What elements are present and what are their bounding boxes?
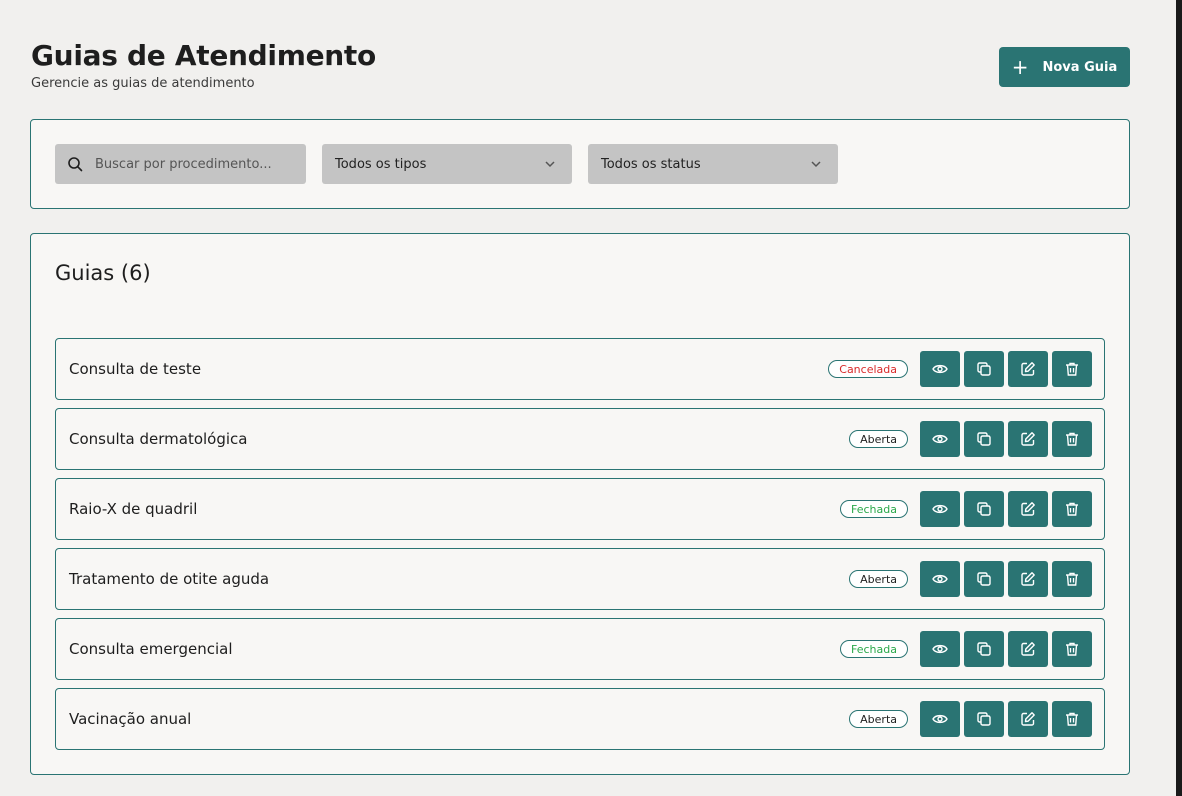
status-badge: Aberta xyxy=(849,430,908,448)
view-icon xyxy=(932,571,948,587)
duplicate-icon xyxy=(976,361,992,377)
filter-panel: Todos os tipos Todos os status xyxy=(30,119,1130,209)
table-row[interactable]: Consulta emergencial Fechada xyxy=(55,618,1105,680)
guide-name: Tratamento de otite aguda xyxy=(69,570,270,588)
edit-icon xyxy=(1020,361,1036,377)
duplicate-icon xyxy=(976,641,992,657)
delete-icon xyxy=(1064,501,1080,517)
row-actions: Aberta xyxy=(849,421,1092,457)
view-button[interactable] xyxy=(920,491,960,527)
guide-name: Consulta emergencial xyxy=(69,640,233,658)
delete-icon xyxy=(1064,361,1080,377)
list-title: Guias (6) xyxy=(55,261,151,285)
view-button[interactable] xyxy=(920,351,960,387)
row-actions: Aberta xyxy=(849,561,1092,597)
view-button[interactable] xyxy=(920,631,960,667)
row-actions: Aberta xyxy=(849,701,1092,737)
delete-icon xyxy=(1064,571,1080,587)
status-select[interactable]: Todos os status xyxy=(588,144,838,184)
delete-button[interactable] xyxy=(1052,561,1092,597)
duplicate-button[interactable] xyxy=(964,421,1004,457)
table-row[interactable]: Vacinação anual Aberta xyxy=(55,688,1105,750)
row-actions: Fechada xyxy=(840,491,1092,527)
plus-icon: + xyxy=(1011,55,1029,79)
edit-button[interactable] xyxy=(1008,561,1048,597)
edit-icon xyxy=(1020,501,1036,517)
status-badge: Cancelada xyxy=(828,360,908,378)
view-button[interactable] xyxy=(920,701,960,737)
view-icon xyxy=(932,361,948,377)
guide-name: Consulta dermatológica xyxy=(69,430,248,448)
view-button[interactable] xyxy=(920,561,960,597)
table-row[interactable]: Tratamento de otite aguda Aberta xyxy=(55,548,1105,610)
page-subtitle: Gerencie as guias de atendimento xyxy=(31,76,255,91)
page-title: Guias de Atendimento xyxy=(31,39,376,72)
table-row[interactable]: Consulta dermatológica Aberta xyxy=(55,408,1105,470)
row-actions: Cancelada xyxy=(828,351,1092,387)
edit-icon xyxy=(1020,641,1036,657)
duplicate-icon xyxy=(976,501,992,517)
delete-button[interactable] xyxy=(1052,631,1092,667)
duplicate-icon xyxy=(976,571,992,587)
delete-icon xyxy=(1064,431,1080,447)
view-icon xyxy=(932,711,948,727)
guide-name: Vacinação anual xyxy=(69,710,192,728)
edit-button[interactable] xyxy=(1008,701,1048,737)
view-button[interactable] xyxy=(920,421,960,457)
edit-button[interactable] xyxy=(1008,351,1048,387)
delete-icon xyxy=(1064,641,1080,657)
view-icon xyxy=(932,641,948,657)
row-actions: Fechada xyxy=(840,631,1092,667)
duplicate-icon xyxy=(976,711,992,727)
new-guide-button[interactable]: + Nova Guia xyxy=(999,47,1130,87)
status-badge: Aberta xyxy=(849,710,908,728)
page-header: Guias de Atendimento Gerencie as guias d… xyxy=(31,38,376,91)
guide-name: Consulta de teste xyxy=(69,360,202,378)
status-badge: Fechada xyxy=(840,500,908,518)
delete-button[interactable] xyxy=(1052,351,1092,387)
scrollbar[interactable] xyxy=(1176,0,1182,796)
duplicate-button[interactable] xyxy=(964,631,1004,667)
status-badge: Fechada xyxy=(840,640,908,658)
chevron-down-icon xyxy=(811,161,821,168)
chevron-down-icon xyxy=(545,161,555,168)
new-guide-button-label: Nova Guia xyxy=(1042,59,1118,75)
table-row[interactable]: Consulta de teste Cancelada xyxy=(55,338,1105,400)
duplicate-button[interactable] xyxy=(964,561,1004,597)
duplicate-button[interactable] xyxy=(964,701,1004,737)
duplicate-icon xyxy=(976,431,992,447)
search-icon xyxy=(68,157,83,172)
table-row[interactable]: Raio-X de quadril Fechada xyxy=(55,478,1105,540)
view-icon xyxy=(932,501,948,517)
duplicate-button[interactable] xyxy=(964,491,1004,527)
duplicate-button[interactable] xyxy=(964,351,1004,387)
edit-icon xyxy=(1020,431,1036,447)
guides-list: Consulta de teste Cancelada Consulta derma… xyxy=(55,338,1105,758)
edit-button[interactable] xyxy=(1008,421,1048,457)
status-badge: Aberta xyxy=(849,570,908,588)
delete-icon xyxy=(1064,711,1080,727)
edit-icon xyxy=(1020,571,1036,587)
edit-button[interactable] xyxy=(1008,631,1048,667)
type-select[interactable]: Todos os tipos xyxy=(322,144,572,184)
status-select-value: Todos os status xyxy=(601,156,701,172)
guides-list-panel: Guias (6) Consulta de teste Cancelada Cons… xyxy=(30,233,1130,775)
delete-button[interactable] xyxy=(1052,491,1092,527)
delete-button[interactable] xyxy=(1052,701,1092,737)
delete-button[interactable] xyxy=(1052,421,1092,457)
view-icon xyxy=(932,431,948,447)
guide-name: Raio-X de quadril xyxy=(69,500,198,518)
edit-button[interactable] xyxy=(1008,491,1048,527)
edit-icon xyxy=(1020,711,1036,727)
type-select-value: Todos os tipos xyxy=(335,156,427,172)
search-box[interactable] xyxy=(55,144,306,184)
search-input[interactable] xyxy=(95,156,295,172)
